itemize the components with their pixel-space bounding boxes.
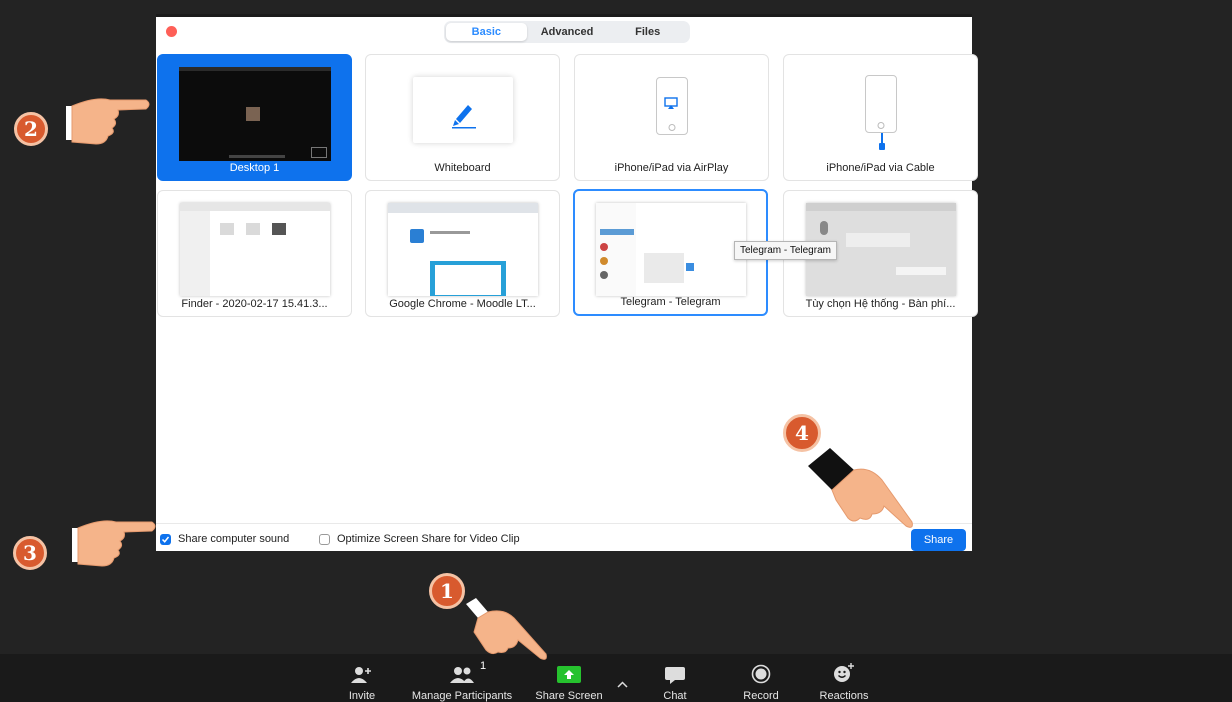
tile-caption: Finder - 2020-02-17 15.41.3... (181, 298, 328, 310)
record-button[interactable]: Record (734, 654, 788, 702)
invite-button[interactable]: Invite (340, 654, 384, 702)
tile-caption: Tùy chọn Hệ thống - Bàn phí... (805, 298, 956, 310)
chat-button[interactable]: Chat (652, 654, 698, 702)
share-sound-option[interactable]: Share computer sound (160, 533, 289, 545)
share-tile-desktop[interactable]: Desktop 1 (157, 54, 352, 181)
desktop-thumbnail (178, 67, 331, 161)
chat-label: Chat (663, 690, 687, 702)
reactions-label: Reactions (819, 690, 869, 702)
pointing-hand-icon (66, 98, 150, 145)
pencil-icon (451, 105, 476, 129)
tile-caption: Google Chrome - Moodle LT... (389, 298, 536, 310)
phone-icon (655, 77, 688, 135)
record-icon (751, 664, 771, 684)
tooltip: Telegram - Telegram (734, 241, 837, 260)
share-tile-airplay[interactable]: iPhone/iPad via AirPlay (574, 54, 769, 181)
step-2-badge: 2 (14, 112, 48, 146)
share-sound-label: Share computer sound (178, 533, 290, 545)
invite-label: Invite (348, 690, 376, 702)
share-tile-whiteboard[interactable]: Whiteboard (365, 54, 560, 181)
tile-caption: iPhone/iPad via Cable (826, 162, 935, 174)
chevron-up-icon (616, 681, 628, 688)
optimize-video-label: Optimize Screen Share for Video Clip (337, 533, 520, 545)
airplay-icon (663, 97, 678, 109)
tab-bar: Basic Advanced Files (444, 21, 690, 43)
tab-advanced[interactable]: Advanced (527, 23, 608, 41)
chrome-thumbnail (387, 203, 538, 296)
share-sound-checkbox[interactable] (160, 533, 171, 545)
meeting-toolbar: Invite 1 Manage Participants Share Scree… (0, 654, 1232, 702)
tile-caption: Telegram - Telegram (620, 296, 721, 308)
share-screen-icon (557, 666, 581, 683)
share-options-caret[interactable] (614, 654, 630, 688)
record-label: Record (743, 690, 779, 702)
share-button[interactable]: Share (911, 529, 966, 551)
step-4-badge: 4 (783, 414, 821, 452)
tile-caption: Whiteboard (434, 162, 491, 174)
reactions-button[interactable]: Reactions (812, 654, 876, 702)
whiteboard-card (412, 77, 513, 143)
participants-icon (450, 667, 474, 683)
chat-icon (665, 667, 685, 684)
tab-basic[interactable]: Basic (446, 23, 527, 41)
pointing-hand-icon (72, 520, 156, 567)
share-tile-chrome[interactable]: Google Chrome - Moodle LT... (365, 190, 560, 317)
checkmark-icon (161, 536, 170, 543)
tile-caption: iPhone/iPad via AirPlay (614, 162, 729, 174)
phone-icon (864, 75, 897, 133)
share-tile-finder[interactable]: Finder - 2020-02-17 15.41.3... (157, 190, 352, 317)
step-3-badge: 3 (13, 536, 47, 570)
tab-files[interactable]: Files (607, 23, 688, 41)
manage-participants-label: Manage Participants (411, 690, 513, 702)
telegram-thumbnail (595, 203, 746, 296)
pointing-hand-icon (808, 448, 913, 528)
reactions-icon (834, 663, 854, 682)
finder-thumbnail (179, 203, 330, 296)
invite-icon (351, 667, 371, 683)
optimize-video-option[interactable]: Optimize Screen Share for Video Clip (319, 533, 520, 545)
share-tile-cable[interactable]: iPhone/iPad via Cable (783, 54, 978, 181)
cable-icon (879, 133, 885, 150)
pointing-hand-icon (466, 598, 547, 660)
tile-caption: Desktop 1 (229, 162, 280, 174)
optimize-video-checkbox[interactable] (319, 533, 330, 545)
share-screen-label: Share Screen (535, 690, 603, 702)
close-window-icon[interactable] (166, 26, 177, 37)
